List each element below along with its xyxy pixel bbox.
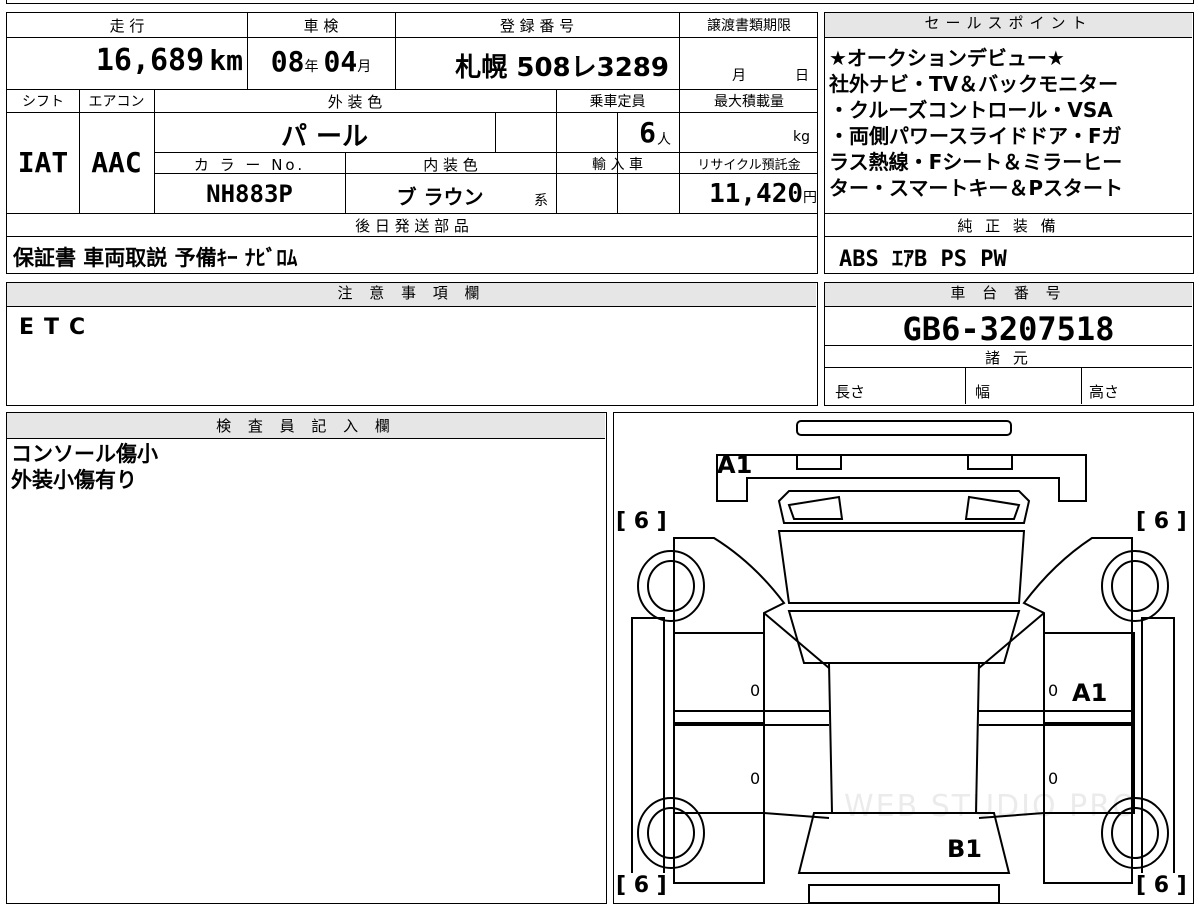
mileage-number: 16,689 <box>95 43 205 78</box>
month-unit: 月 <box>357 59 372 75</box>
watermark: WEB STUDIO PRO <box>844 789 1138 824</box>
notes-panel: 注 意 事 項 欄 ETC <box>6 282 818 406</box>
year-unit: 年 <box>304 59 319 75</box>
sales-points-list: ★オークションデビュー★ 社外ナビ・TV＆バックモニター ・クルーズコントロール・V… <box>829 45 1191 201</box>
transfer-deadline-header: 譲渡書類期限 <box>707 18 791 34</box>
inspection-value: 08年 04月 <box>247 45 395 78</box>
tire-rear-left: [ 6 ] <box>616 873 667 898</box>
door-left-front-score: 0 <box>750 681 761 700</box>
color-no-value: NH883P <box>206 180 293 208</box>
exterior-color-header: 外 装 色 <box>327 93 383 111</box>
inspection-year: 08 <box>270 45 305 78</box>
genuine-equipment-header: 純 正 装 備 <box>957 217 1060 235</box>
mileage-unit: km <box>209 44 243 77</box>
inspection-month: 04 <box>323 45 358 78</box>
inspector-header: 検 査 員 記 入 欄 <box>7 413 605 439</box>
exterior-color-value: パ ール <box>280 122 369 152</box>
import-header: 輸 入 車 <box>592 157 643 173</box>
right-door-damage-mark: A1 <box>1072 679 1108 707</box>
top-strip <box>6 0 1194 4</box>
transfer-day-unit: 日 <box>795 68 809 84</box>
sales-points-header: セールスポイント <box>825 13 1192 38</box>
transfer-month-unit: 月 <box>732 68 746 84</box>
sales-point-line: ター・スマートキー＆Pスタート <box>829 176 1124 200</box>
recycle-header: リサイクル預託金 <box>697 158 801 173</box>
tire-front-left: [ 6 ] <box>616 509 667 534</box>
capacity-value: 6 <box>639 116 656 149</box>
genuine-equipment-value: ABS ｴｱB PS PW <box>839 247 1007 272</box>
sales-point-line: ・クルーズコントロール・VSA <box>829 98 1113 122</box>
inspector-notes: コンソール傷小 外装小傷有り <box>11 441 601 493</box>
inspection-header: 車 検 <box>303 17 339 35</box>
max-load-header: 最大積載量 <box>714 94 784 110</box>
registration-header: 登 録 番 号 <box>499 17 575 35</box>
front-damage-mark: A1 <box>717 451 753 479</box>
specs-header: 諸 元 <box>985 349 1032 367</box>
sales-point-line: ★オークションデビュー★ <box>829 46 1065 70</box>
registration-number: 札幌 508レ3289 <box>455 53 669 83</box>
aircon-header: エアコン <box>88 94 145 110</box>
vehicle-info-table: 走 行 車 検 登 録 番 号 譲渡書類期限 16,689 km 08年 04月… <box>6 12 818 274</box>
recycle-value: 11,420円 <box>679 179 817 209</box>
width-label: 幅 <box>975 383 991 401</box>
length-label: 長さ <box>835 383 866 401</box>
sales-point-line: ・両側パワースライドドア・Fガ <box>829 124 1122 148</box>
capacity-header: 乗車定員 <box>589 94 646 110</box>
chassis-panel: 車 台 番 号 GB6-3207518 諸 元 長さ 幅 高さ <box>824 282 1194 406</box>
interior-color-header: 内 装 色 <box>423 156 478 174</box>
tire-rear-right: [ 6 ] <box>1136 873 1187 898</box>
door-right-rear-score: 0 <box>1048 769 1059 788</box>
door-left-rear-score: 0 <box>750 769 761 788</box>
inspector-panel: 検 査 員 記 入 欄 コンソール傷小 外装小傷有り <box>6 412 607 904</box>
interior-color-value: ブ ラウン <box>396 185 484 209</box>
color-no-header: カ ラ ー No. <box>193 156 306 174</box>
later-parts-value: 保証書 車両取説 予備ｷｰ ﾅﾋﾞﾛﾑ <box>13 246 298 270</box>
damage-diagram: A1 A1 B1 [ 6 ] [ 6 ] [ 6 ] [ 6 ] 0 0 0 0… <box>613 412 1194 904</box>
sales-points-panel: セールスポイント ★オークションデビュー★ 社外ナビ・TV＆バックモニター ・クルー… <box>824 12 1194 274</box>
aircon-value: AAC <box>91 146 142 179</box>
mileage-value: 16,689 km <box>7 43 243 78</box>
chassis-header: 車 台 番 号 <box>825 283 1192 307</box>
interior-color-suffix: 系 <box>534 193 548 209</box>
rear-damage-mark: B1 <box>947 835 982 863</box>
vehicle-outline <box>631 420 1175 903</box>
sales-point-line: ラス熱線・Fシート＆ミラーヒー <box>829 150 1123 174</box>
tire-front-right: [ 6 ] <box>1136 509 1187 534</box>
door-right-front-score: 0 <box>1048 681 1059 700</box>
shift-header: シフト <box>22 94 64 110</box>
notes-value: ETC <box>19 315 96 340</box>
height-label: 高さ <box>1089 383 1120 401</box>
recycle-amount: 11,420 <box>709 179 803 209</box>
sales-point-line: 社外ナビ・TV＆バックモニター <box>829 72 1119 96</box>
inspector-note-line: コンソール傷小 <box>11 442 158 466</box>
shift-value: IAT <box>17 146 69 179</box>
capacity-unit: 人 <box>657 132 671 148</box>
recycle-unit: 円 <box>803 190 817 206</box>
max-load-unit: kg <box>793 129 810 145</box>
mileage-header: 走 行 <box>109 17 145 35</box>
later-parts-header: 後 日 発 送 部 品 <box>355 217 469 235</box>
inspector-note-line: 外装小傷有り <box>11 468 137 492</box>
notes-header: 注 意 事 項 欄 <box>7 283 816 307</box>
chassis-number: GB6-3207518 <box>902 310 1115 348</box>
